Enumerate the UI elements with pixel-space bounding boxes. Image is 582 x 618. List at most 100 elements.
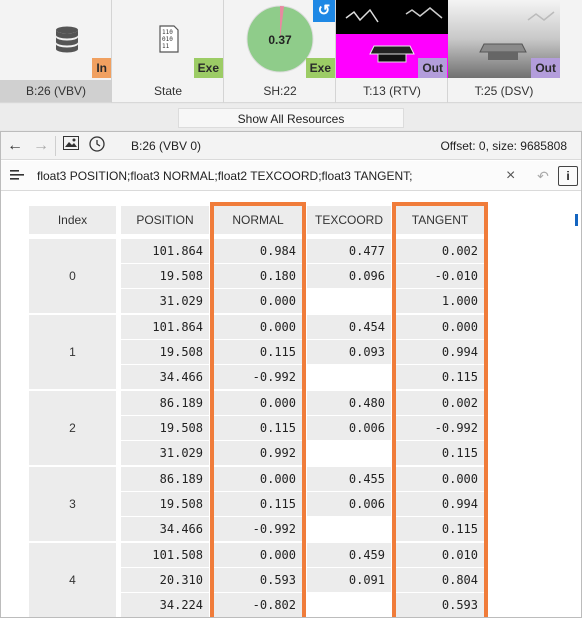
format-list-icon[interactable] bbox=[7, 166, 27, 186]
normal-cell[interactable]: 0.000 bbox=[214, 543, 302, 567]
clear-icon[interactable]: × bbox=[506, 161, 515, 191]
back-arrow-icon[interactable]: ← bbox=[5, 136, 25, 156]
history-clock-icon[interactable] bbox=[87, 136, 107, 156]
texcoord-empty-cell[interactable] bbox=[307, 441, 391, 465]
forward-arrow-icon[interactable]: → bbox=[31, 136, 51, 156]
column-header-texcoord[interactable]: TEXCOORD bbox=[307, 206, 391, 234]
texcoord-cell[interactable]: 0.091 bbox=[307, 568, 391, 592]
tangent-cell[interactable]: 0.115 bbox=[396, 441, 484, 465]
tangent-cell[interactable]: 0.000 bbox=[396, 467, 484, 491]
normal-cell[interactable]: 0.180 bbox=[214, 264, 302, 288]
row-index[interactable]: 0 bbox=[29, 239, 116, 313]
pie-value: 0.37 bbox=[268, 33, 292, 47]
show-all-resources-button[interactable]: Show All Resources bbox=[178, 108, 404, 128]
tangent-cell[interactable]: 0.002 bbox=[396, 239, 484, 263]
tangent-cell[interactable]: 0.115 bbox=[396, 365, 484, 389]
column-header-tangent[interactable]: TANGENT bbox=[396, 206, 484, 234]
normal-cell[interactable]: 0.000 bbox=[214, 315, 302, 339]
tangent-cell[interactable]: -0.992 bbox=[396, 416, 484, 440]
column-header-position[interactable]: POSITION bbox=[121, 206, 209, 234]
texcoord-cell[interactable]: 0.480 bbox=[307, 391, 391, 415]
tangent-cell[interactable]: 0.994 bbox=[396, 340, 484, 364]
normal-cell[interactable]: 0.115 bbox=[214, 492, 302, 516]
position-cell[interactable]: 101.864 bbox=[121, 315, 209, 339]
normal-cell[interactable]: 0.593 bbox=[214, 568, 302, 592]
resource-sh22[interactable]: 0.37 ↺ Exe SH:22 bbox=[224, 0, 336, 103]
position-cell[interactable]: 19.508 bbox=[121, 264, 209, 288]
position-cell[interactable]: 86.189 bbox=[121, 391, 209, 415]
resource-t25-dsv[interactable]: Out T:25 (DSV) bbox=[448, 0, 560, 103]
column-header-index[interactable]: Index bbox=[29, 206, 116, 234]
undo-icon[interactable]: ↶ bbox=[533, 166, 553, 186]
position-cell[interactable]: 86.189 bbox=[121, 467, 209, 491]
tangent-cell[interactable]: 0.010 bbox=[396, 543, 484, 567]
texcoord-cell[interactable]: 0.093 bbox=[307, 340, 391, 364]
resource-strip: In B:26 (VBV) 110 010 11 Exe State 0.37 bbox=[0, 0, 582, 103]
format-input[interactable]: float3 POSITION;float3 NORMAL;float2 TEX… bbox=[37, 161, 412, 191]
out-tag: Out bbox=[418, 58, 447, 78]
normal-cell[interactable]: 0.115 bbox=[214, 416, 302, 440]
position-cell[interactable]: 31.029 bbox=[121, 441, 209, 465]
normal-cell[interactable]: 0.984 bbox=[214, 239, 302, 263]
resource-b26-vbv[interactable]: In B:26 (VBV) bbox=[0, 0, 112, 103]
position-cell[interactable]: 20.310 bbox=[121, 568, 209, 592]
scrollbar-thumb[interactable] bbox=[575, 214, 578, 226]
resource-label: State bbox=[153, 84, 183, 98]
out-tag: Out bbox=[531, 58, 560, 78]
position-cell[interactable]: 34.224 bbox=[121, 593, 209, 617]
normal-cell[interactable]: 0.115 bbox=[214, 340, 302, 364]
reset-icon[interactable]: ↺ bbox=[313, 0, 335, 22]
texcoord-empty-cell[interactable] bbox=[307, 365, 391, 389]
tangent-cell[interactable]: 1.000 bbox=[396, 289, 484, 313]
resource-label: SH:22 bbox=[263, 84, 297, 98]
normal-cell[interactable]: 0.000 bbox=[214, 391, 302, 415]
tangent-cell[interactable]: 0.994 bbox=[396, 492, 484, 516]
normal-cell[interactable]: -0.802 bbox=[214, 593, 302, 617]
resource-t13-rtv[interactable]: Out T:13 (RTV) bbox=[336, 0, 448, 103]
svg-text:110: 110 bbox=[162, 29, 173, 36]
tangent-cell[interactable]: 0.115 bbox=[396, 517, 484, 541]
tangent-cell[interactable]: -0.010 bbox=[396, 264, 484, 288]
position-cell[interactable]: 19.508 bbox=[121, 492, 209, 516]
normal-cell[interactable]: 0.992 bbox=[214, 441, 302, 465]
texcoord-cell[interactable]: 0.459 bbox=[307, 543, 391, 567]
normal-cell[interactable]: 0.000 bbox=[214, 467, 302, 491]
normal-cell[interactable]: -0.992 bbox=[214, 517, 302, 541]
position-cell[interactable]: 19.508 bbox=[121, 416, 209, 440]
format-bar: float3 POSITION;float3 NORMAL;float2 TEX… bbox=[1, 161, 581, 191]
position-cell[interactable]: 34.466 bbox=[121, 365, 209, 389]
row-index[interactable]: 2 bbox=[29, 391, 116, 465]
position-cell[interactable]: 101.864 bbox=[121, 239, 209, 263]
info-icon[interactable]: i bbox=[558, 166, 578, 186]
texcoord-cell[interactable]: 0.477 bbox=[307, 239, 391, 263]
offset-size-text: Offset: 0, size: 9685808 bbox=[440, 139, 567, 153]
row-index[interactable]: 4 bbox=[29, 543, 116, 617]
position-cell[interactable]: 34.466 bbox=[121, 517, 209, 541]
row-index[interactable]: 3 bbox=[29, 467, 116, 541]
texcoord-empty-cell[interactable] bbox=[307, 517, 391, 541]
tangent-cell[interactable]: 0.002 bbox=[396, 391, 484, 415]
tangent-cell[interactable]: 0.804 bbox=[396, 568, 484, 592]
row-index[interactable]: 1 bbox=[29, 315, 116, 389]
texcoord-cell[interactable]: 0.454 bbox=[307, 315, 391, 339]
resource-state[interactable]: 110 010 11 Exe State bbox=[112, 0, 224, 103]
texcoord-cell[interactable]: 0.006 bbox=[307, 492, 391, 516]
normal-cell[interactable]: -0.992 bbox=[214, 365, 302, 389]
texcoord-empty-cell[interactable] bbox=[307, 593, 391, 617]
column-header-normal[interactable]: NORMAL bbox=[214, 206, 302, 234]
position-cell[interactable]: 101.508 bbox=[121, 543, 209, 567]
exe-tag: Exe bbox=[193, 58, 223, 78]
texcoord-cell[interactable]: 0.455 bbox=[307, 467, 391, 491]
in-tag: In bbox=[92, 58, 111, 78]
buffer-toolbar: ← → B:26 (VBV 0) Offset: 0, size: 968580… bbox=[1, 132, 581, 160]
normal-cell[interactable]: 0.000 bbox=[214, 289, 302, 313]
tangent-cell[interactable]: 0.593 bbox=[396, 593, 484, 617]
texcoord-cell[interactable]: 0.096 bbox=[307, 264, 391, 288]
texcoord-empty-cell[interactable] bbox=[307, 289, 391, 313]
resource-label: T:25 (DSV) bbox=[474, 84, 534, 98]
tangent-cell[interactable]: 0.000 bbox=[396, 315, 484, 339]
position-cell[interactable]: 19.508 bbox=[121, 340, 209, 364]
image-view-icon[interactable] bbox=[61, 136, 81, 156]
texcoord-cell[interactable]: 0.006 bbox=[307, 416, 391, 440]
position-cell[interactable]: 31.029 bbox=[121, 289, 209, 313]
